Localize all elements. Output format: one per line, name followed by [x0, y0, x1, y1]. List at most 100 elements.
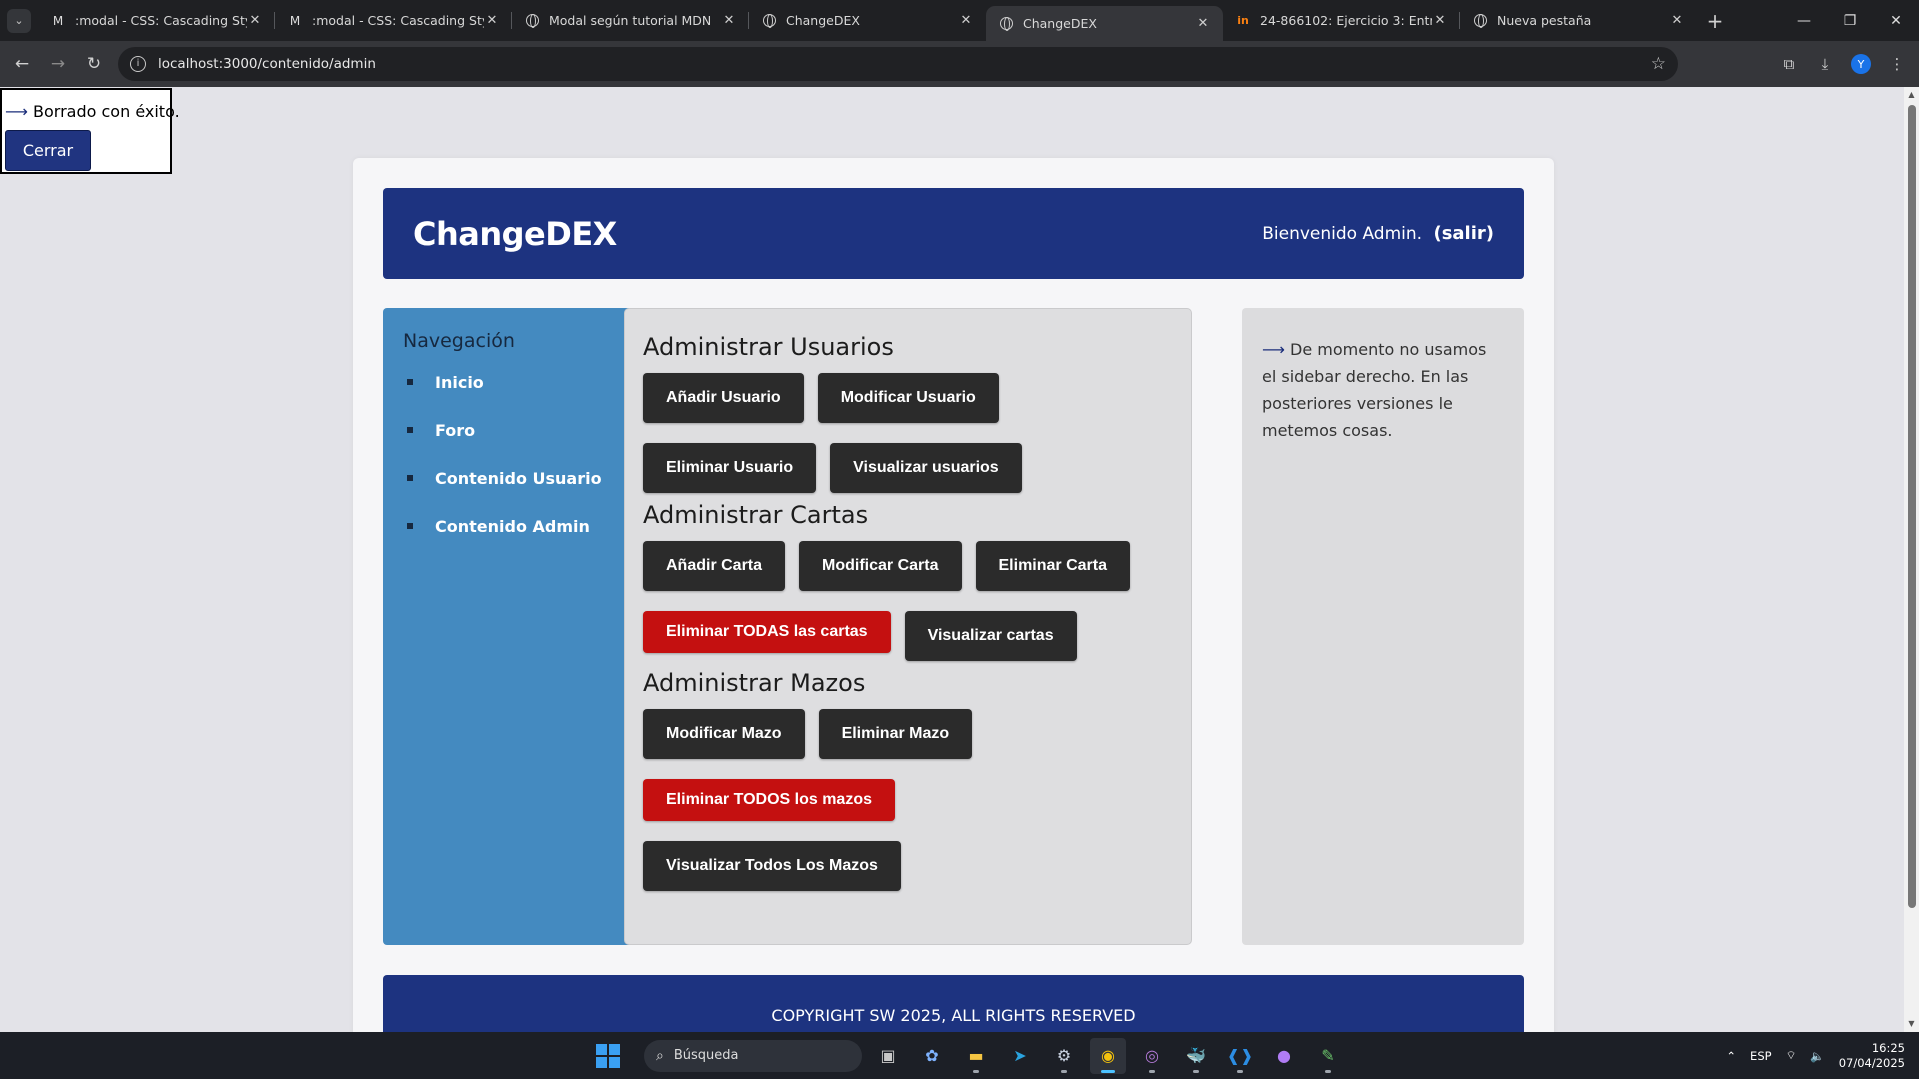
close-tab-icon[interactable]: ✕: [1432, 13, 1448, 28]
address-bar[interactable]: i localhost:3000/contenido/admin ☆: [118, 47, 1678, 81]
browser-tab[interactable]: Nueva pestaña ✕: [1460, 0, 1697, 41]
telegram-icon[interactable]: ➤: [1002, 1038, 1038, 1074]
file-explorer-icon[interactable]: ▬: [958, 1038, 994, 1074]
language-indicator[interactable]: ESP: [1750, 1049, 1772, 1063]
edit-deck-button[interactable]: Modificar Mazo: [643, 709, 805, 759]
github-icon[interactable]: ●: [1266, 1038, 1302, 1074]
success-modal: ⟶ Borrado con éxito. Cerrar: [0, 88, 180, 174]
view-users-button[interactable]: Visualizar usuarios: [830, 443, 1022, 493]
windows-taskbar: ⌕ Búsqueda ▣ ✿ ▬ ➤ ⚙ ◉ ◎ 🐳 ❰❱ ● ✎ ⌃ ESP …: [0, 1032, 1919, 1079]
bookmark-star-icon[interactable]: ☆: [1651, 54, 1666, 74]
tab-title: 24-866102: Ejercicio 3: Entrega: [1260, 13, 1432, 28]
vscode-icon[interactable]: ❰❱: [1222, 1038, 1258, 1074]
close-window-icon[interactable]: ✕: [1873, 0, 1919, 41]
logout-link[interactable]: (salir): [1433, 223, 1494, 244]
bullet-icon: [407, 427, 413, 433]
nav-link-contenido-admin[interactable]: Contenido Admin: [435, 517, 590, 536]
taskbar-search[interactable]: ⌕ Búsqueda: [644, 1039, 862, 1072]
chrome-icon[interactable]: ◉: [1090, 1037, 1126, 1074]
docker-icon[interactable]: 🐳: [1178, 1038, 1214, 1074]
browser-tab-active[interactable]: ChangeDEX ✕: [986, 6, 1223, 41]
delete-user-button[interactable]: Eliminar Usuario: [643, 443, 817, 493]
windows-start-icon[interactable]: [590, 1038, 626, 1074]
delete-all-cards-button[interactable]: Eliminar TODAS las cartas: [643, 611, 891, 653]
browser-tab[interactable]: Modal según tutorial MDN ✕: [512, 0, 749, 41]
close-tab-icon[interactable]: ✕: [721, 13, 737, 28]
search-icon: ⌕: [656, 1047, 664, 1064]
steam-icon[interactable]: ⚙: [1046, 1038, 1082, 1074]
add-card-button[interactable]: Añadir Carta: [643, 541, 786, 591]
extensions-icon[interactable]: ⧉: [1771, 46, 1807, 82]
scroll-up-icon[interactable]: ▲: [1907, 90, 1916, 100]
nav-link-contenido-usuario[interactable]: Contenido Usuario: [435, 469, 602, 488]
view-cards-button[interactable]: Visualizar cartas: [904, 611, 1077, 661]
url-text[interactable]: localhost:3000/contenido/admin: [158, 56, 1651, 72]
cards-section-title: Administrar Cartas: [643, 501, 869, 529]
edit-user-button[interactable]: Modificar Usuario: [817, 373, 999, 423]
volume-icon[interactable]: 🔈: [1810, 1049, 1824, 1063]
mdn-icon: M: [52, 13, 64, 28]
arrow-icon: ⟶: [5, 102, 28, 121]
page-scrollbar[interactable]: ▲ ▼: [1904, 87, 1919, 1032]
back-arrow-icon[interactable]: ←: [4, 46, 40, 82]
page-viewport: ⟶ Borrado con éxito. Cerrar ChangeDEX Bi…: [0, 87, 1904, 1032]
browser-tab[interactable]: in 24-866102: Ejercicio 3: Entrega ✕: [1223, 0, 1460, 41]
forward-arrow-icon[interactable]: →: [40, 46, 76, 82]
right-sidebar: ⟶ De momento no usamos el sidebar derech…: [1242, 308, 1524, 945]
close-tab-icon[interactable]: ✕: [1195, 16, 1211, 31]
delete-all-decks-button[interactable]: Eliminar TODOS los mazos: [643, 779, 895, 821]
close-tab-icon[interactable]: ✕: [484, 13, 500, 28]
browser-tab[interactable]: M :modal - CSS: Cascading Style S ✕: [38, 0, 275, 41]
clock-date: 07/04/2025: [1838, 1055, 1905, 1070]
mdn-icon: M: [289, 13, 301, 28]
copilot-icon[interactable]: ✿: [914, 1038, 950, 1074]
notepad-icon[interactable]: ✎: [1310, 1038, 1346, 1074]
tab-title: ChangeDEX: [1023, 16, 1097, 31]
browser-tab[interactable]: ChangeDEX ✕: [749, 0, 986, 41]
tor-browser-icon[interactable]: ◎: [1134, 1038, 1170, 1074]
nav-link-inicio[interactable]: Inicio: [435, 373, 484, 392]
chrome-icon: [1472, 13, 1488, 29]
nav-link-foro[interactable]: Foro: [435, 421, 475, 440]
site-info-icon[interactable]: i: [130, 56, 146, 72]
add-user-button[interactable]: Añadir Usuario: [643, 373, 804, 423]
scroll-down-icon[interactable]: ▼: [1907, 1019, 1916, 1029]
profile-avatar[interactable]: Y: [1851, 54, 1871, 74]
window-controls: — ❐ ✕: [1781, 0, 1919, 41]
download-icon[interactable]: ⤓: [1807, 46, 1843, 82]
site-footer: COPYRIGHT SW 2025, ALL RIGHTS RESERVED: [383, 975, 1524, 1032]
clock[interactable]: 16:25 07/04/2025: [1839, 1041, 1905, 1071]
restore-icon[interactable]: ❐: [1827, 0, 1873, 41]
delete-card-button[interactable]: Eliminar Carta: [975, 541, 1130, 591]
view-all-decks-button[interactable]: Visualizar Todos Los Mazos: [643, 841, 901, 891]
bullet-icon: [407, 379, 413, 385]
nav-list: Inicio Foro Contenido Usuario Contenido …: [403, 354, 613, 554]
task-view-icon[interactable]: ▣: [870, 1038, 906, 1074]
close-tab-icon[interactable]: ✕: [958, 13, 974, 28]
scrollbar-thumb[interactable]: [1908, 105, 1916, 908]
site-logo[interactable]: ChangeDEX: [413, 215, 617, 253]
system-tray: ⌃ ESP ⌔ 🔈 16:25 07/04/2025: [1726, 1032, 1905, 1079]
close-modal-button[interactable]: Cerrar: [5, 130, 91, 171]
navigation-sidebar: Navegación Inicio Foro Contenido Usuario…: [383, 308, 633, 945]
more-menu-icon[interactable]: ⋮: [1879, 46, 1915, 82]
modal-message-text: Borrado con éxito.: [33, 102, 180, 121]
close-tab-icon[interactable]: ✕: [1669, 13, 1685, 28]
edit-card-button[interactable]: Modificar Carta: [799, 541, 962, 591]
globe-icon: [761, 13, 777, 29]
reload-icon[interactable]: ↻: [76, 46, 112, 82]
new-tab-button[interactable]: +: [1697, 0, 1733, 41]
users-section-title: Administrar Usuarios: [643, 333, 894, 361]
delete-deck-button[interactable]: Eliminar Mazo: [818, 709, 973, 759]
chevron-up-icon[interactable]: ⌃: [1726, 1049, 1736, 1063]
browser-tab[interactable]: M :modal - CSS: Cascading Style S ✕: [275, 0, 512, 41]
nav-title: Navegación: [403, 330, 515, 352]
page-container: ChangeDEX Bienvenido Admin. (salir) Nave…: [353, 158, 1554, 1032]
moodle-icon: in: [1237, 14, 1249, 27]
clock-time: 16:25: [1871, 1040, 1905, 1055]
tab-title: :modal - CSS: Cascading Style S: [312, 13, 484, 28]
tab-search-button[interactable]: ⌄: [0, 0, 38, 41]
wifi-icon[interactable]: ⌔: [1786, 1048, 1797, 1063]
minimize-icon[interactable]: —: [1781, 0, 1827, 41]
close-tab-icon[interactable]: ✕: [247, 13, 263, 28]
